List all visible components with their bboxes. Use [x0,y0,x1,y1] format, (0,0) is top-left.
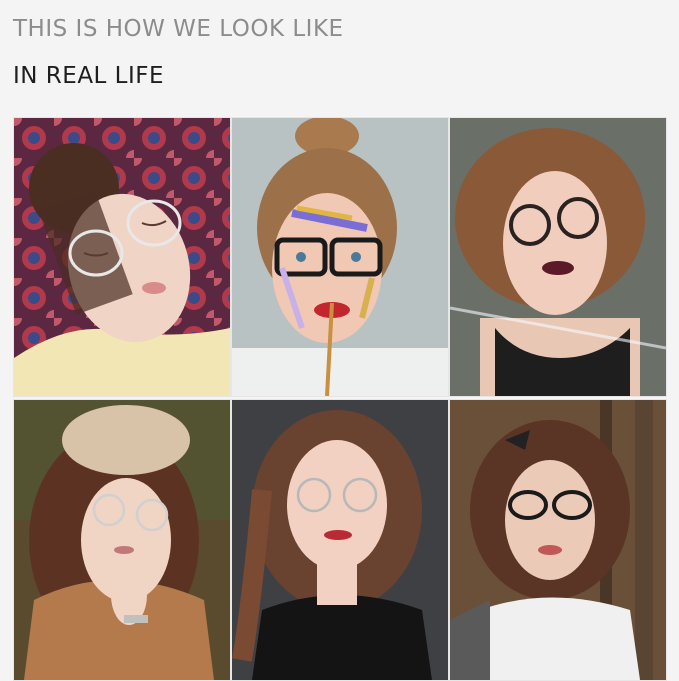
page-title-line-1: THIS IS HOW WE LOOK LIKE [13,16,344,42]
photo-6 [449,399,667,681]
photo-1 [13,117,231,397]
photo-2 [231,117,449,397]
photo-3 [449,117,667,397]
photo-5 [231,399,449,681]
page-title-line-2: IN REAL LIFE [13,63,165,89]
photo-grid [13,117,667,681]
photo-4 [13,399,231,681]
